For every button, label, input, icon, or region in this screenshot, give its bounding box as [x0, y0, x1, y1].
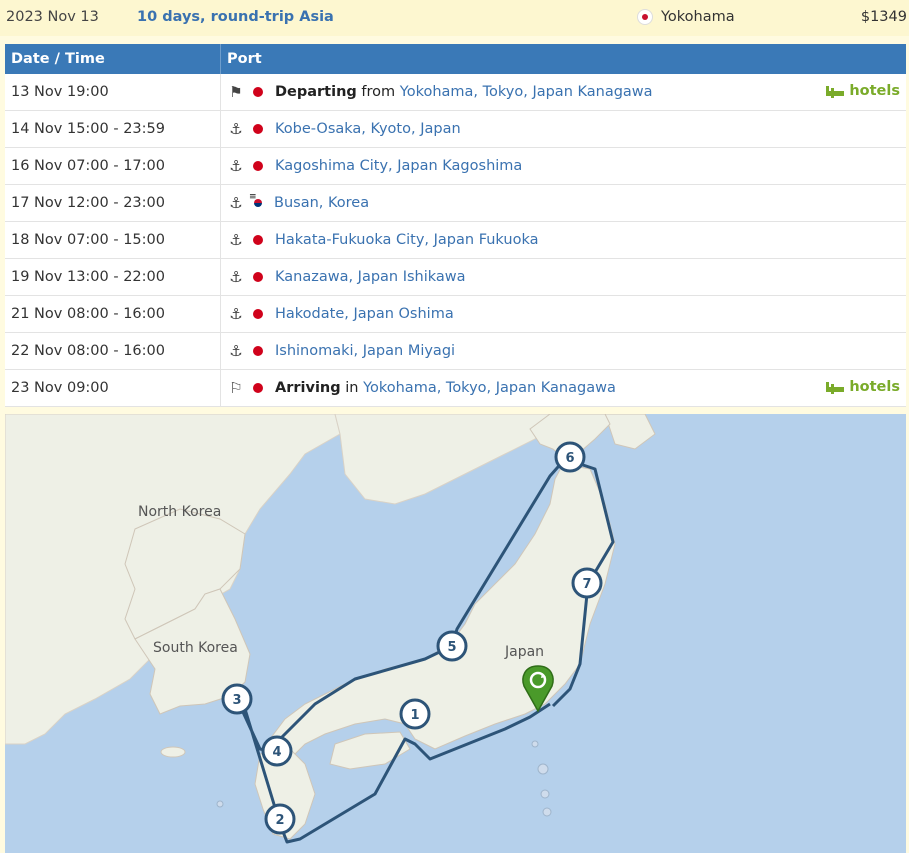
- table-row: 21 Nov 08:00 - 16:00 ⚓ Hakodate, Japan Os…: [5, 295, 906, 333]
- svg-text:1: 1: [410, 708, 419, 723]
- port-link[interactable]: Hakata-Fukuoka City, Japan Fukuoka: [275, 232, 538, 248]
- port-link[interactable]: Kanazawa, Japan Ishikawa: [275, 269, 466, 285]
- japan-flag-icon: [253, 124, 263, 134]
- korea-flag-icon: [249, 192, 267, 210]
- anchor-icon: ⚓: [229, 231, 243, 249]
- row-datetime: 14 Nov 15:00 - 23:59: [5, 110, 221, 148]
- cruise-price: $1349: [860, 9, 907, 25]
- japan-flag-icon: [253, 272, 263, 282]
- port-link[interactable]: Ishinomaki, Japan Miyagi: [275, 343, 455, 359]
- map-label-south-korea: South Korea: [153, 640, 238, 656]
- japan-flag-icon: [253, 309, 263, 319]
- row-port: ⚓ Kobe-Osaka, Kyoto, Japan: [220, 110, 906, 148]
- cruise-header: 2023 Nov 13 10 days, round-trip Asia Yok…: [0, 0, 909, 36]
- izu-island: [540, 789, 550, 799]
- row-datetime: 16 Nov 07:00 - 17:00: [5, 147, 221, 185]
- row-preposition: from: [361, 84, 396, 100]
- jeju-island: [160, 746, 186, 758]
- route-marker-4[interactable]: 4: [261, 735, 293, 767]
- row-port: ⚓ Kagoshima City, Japan Kagoshima: [220, 147, 906, 185]
- svg-text:4: 4: [272, 745, 281, 760]
- departure-flag-icon: ⚑: [229, 83, 243, 101]
- route-marker-1[interactable]: 1: [399, 698, 431, 730]
- route-map[interactable]: North Korea South Korea Japan 1 2 3 4 5 …: [5, 414, 906, 853]
- col-header-port: Port: [220, 44, 906, 74]
- hotels-label: hotels: [849, 379, 900, 395]
- anchor-icon: ⚓: [229, 268, 243, 286]
- cruise-title-link[interactable]: 10 days, round-trip Asia: [137, 9, 334, 25]
- table-row: 16 Nov 07:00 - 17:00 ⚓ Kagoshima City, Ja…: [5, 147, 906, 185]
- anchor-icon: ⚓: [229, 342, 243, 360]
- route-marker-7[interactable]: 7: [571, 567, 603, 599]
- anchor-icon: ⚓: [229, 157, 243, 175]
- bed-icon: [826, 86, 845, 96]
- hotels-link[interactable]: hotels: [826, 83, 900, 99]
- map-label-north-korea: North Korea: [138, 504, 221, 520]
- hotels-label: hotels: [849, 83, 900, 99]
- table-row: 23 Nov 09:00 ⚐ Arriving in Yokohama, Toky…: [5, 369, 906, 407]
- row-port: ⚓ Kanazawa, Japan Ishikawa: [220, 258, 906, 296]
- route-map-canvas[interactable]: North Korea South Korea Japan 1 2 3 4 5 …: [5, 414, 906, 853]
- hotels-link[interactable]: hotels: [826, 379, 900, 395]
- col-header-date: Date / Time: [5, 44, 221, 74]
- map-label-japan: Japan: [504, 644, 544, 660]
- izu-island: [537, 763, 549, 775]
- japan-flag-icon: [253, 383, 263, 393]
- row-datetime: 23 Nov 09:00: [5, 369, 221, 407]
- table-row: 22 Nov 08:00 - 16:00 ⚓ Ishinomaki, Japan …: [5, 332, 906, 370]
- svg-text:6: 6: [565, 451, 574, 466]
- row-status: Arriving: [275, 380, 341, 396]
- table-header-row: Date / Time Port: [5, 44, 906, 74]
- port-link[interactable]: Hakodate, Japan Oshima: [275, 306, 454, 322]
- row-datetime: 22 Nov 08:00 - 16:00: [5, 332, 221, 370]
- row-datetime: 21 Nov 08:00 - 16:00: [5, 295, 221, 333]
- route-marker-5[interactable]: 5: [436, 630, 468, 662]
- row-datetime: 13 Nov 19:00: [5, 74, 221, 111]
- itinerary-table: Date / Time Port 13 Nov 19:00 ⚑ Departing…: [5, 44, 906, 407]
- row-datetime: 17 Nov 12:00 - 23:00: [5, 184, 221, 222]
- port-link[interactable]: Yokohama, Tokyo, Japan Kanagawa: [363, 380, 616, 396]
- svg-text:3: 3: [232, 693, 241, 708]
- japan-flag-icon: [637, 9, 653, 25]
- row-datetime: 19 Nov 13:00 - 22:00: [5, 258, 221, 296]
- bed-icon: [826, 382, 845, 392]
- japan-flag-icon: [253, 87, 263, 97]
- port-link[interactable]: Kagoshima City, Japan Kagoshima: [275, 158, 522, 174]
- table-row: 17 Nov 12:00 - 23:00 ⚓ Busan, Korea: [5, 184, 906, 222]
- anchor-icon: ⚓: [229, 194, 243, 212]
- arrival-flag-icon: ⚐: [229, 379, 243, 397]
- japan-flag-icon: [253, 235, 263, 245]
- row-port: ⚓ Hakata-Fukuoka City, Japan Fukuoka: [220, 221, 906, 259]
- port-link[interactable]: Yokohama, Tokyo, Japan Kanagawa: [400, 84, 653, 100]
- departure-port: Yokohama: [661, 9, 735, 25]
- izu-island: [542, 807, 552, 817]
- table-row: 14 Nov 15:00 - 23:59 ⚓ Kobe-Osaka, Kyoto,…: [5, 110, 906, 148]
- small-island: [216, 800, 224, 808]
- port-link[interactable]: Busan, Korea: [274, 195, 369, 211]
- table-row: 19 Nov 13:00 - 22:00 ⚓ Kanazawa, Japan Is…: [5, 258, 906, 296]
- port-link[interactable]: Kobe-Osaka, Kyoto, Japan: [275, 121, 461, 137]
- izu-island: [531, 740, 539, 748]
- japan-flag-icon: [253, 346, 263, 356]
- table-row: 18 Nov 07:00 - 15:00 ⚓ Hakata-Fukuoka Cit…: [5, 221, 906, 259]
- route-marker-2[interactable]: 2: [264, 803, 296, 835]
- row-port: ⚑ Departing from Yokohama, Tokyo, Japan K…: [220, 74, 906, 111]
- row-datetime: 18 Nov 07:00 - 15:00: [5, 221, 221, 259]
- cruise-date: 2023 Nov 13: [6, 9, 99, 25]
- row-port: ⚓ Ishinomaki, Japan Miyagi: [220, 332, 906, 370]
- row-status: Departing: [275, 84, 357, 100]
- svg-text:2: 2: [275, 813, 284, 828]
- anchor-icon: ⚓: [229, 120, 243, 138]
- route-marker-6[interactable]: 6: [554, 441, 586, 473]
- row-port: ⚓ Hakodate, Japan Oshima: [220, 295, 906, 333]
- route-marker-3[interactable]: 3: [221, 683, 253, 715]
- anchor-icon: ⚓: [229, 305, 243, 323]
- row-preposition: in: [345, 380, 359, 396]
- table-row: 13 Nov 19:00 ⚑ Departing from Yokohama, T…: [5, 74, 906, 111]
- row-port: ⚐ Arriving in Yokohama, Tokyo, Japan Kana…: [220, 369, 906, 407]
- japan-flag-icon: [253, 161, 263, 171]
- row-port: ⚓ Busan, Korea: [220, 184, 906, 222]
- svg-text:7: 7: [582, 577, 591, 592]
- svg-text:5: 5: [447, 640, 456, 655]
